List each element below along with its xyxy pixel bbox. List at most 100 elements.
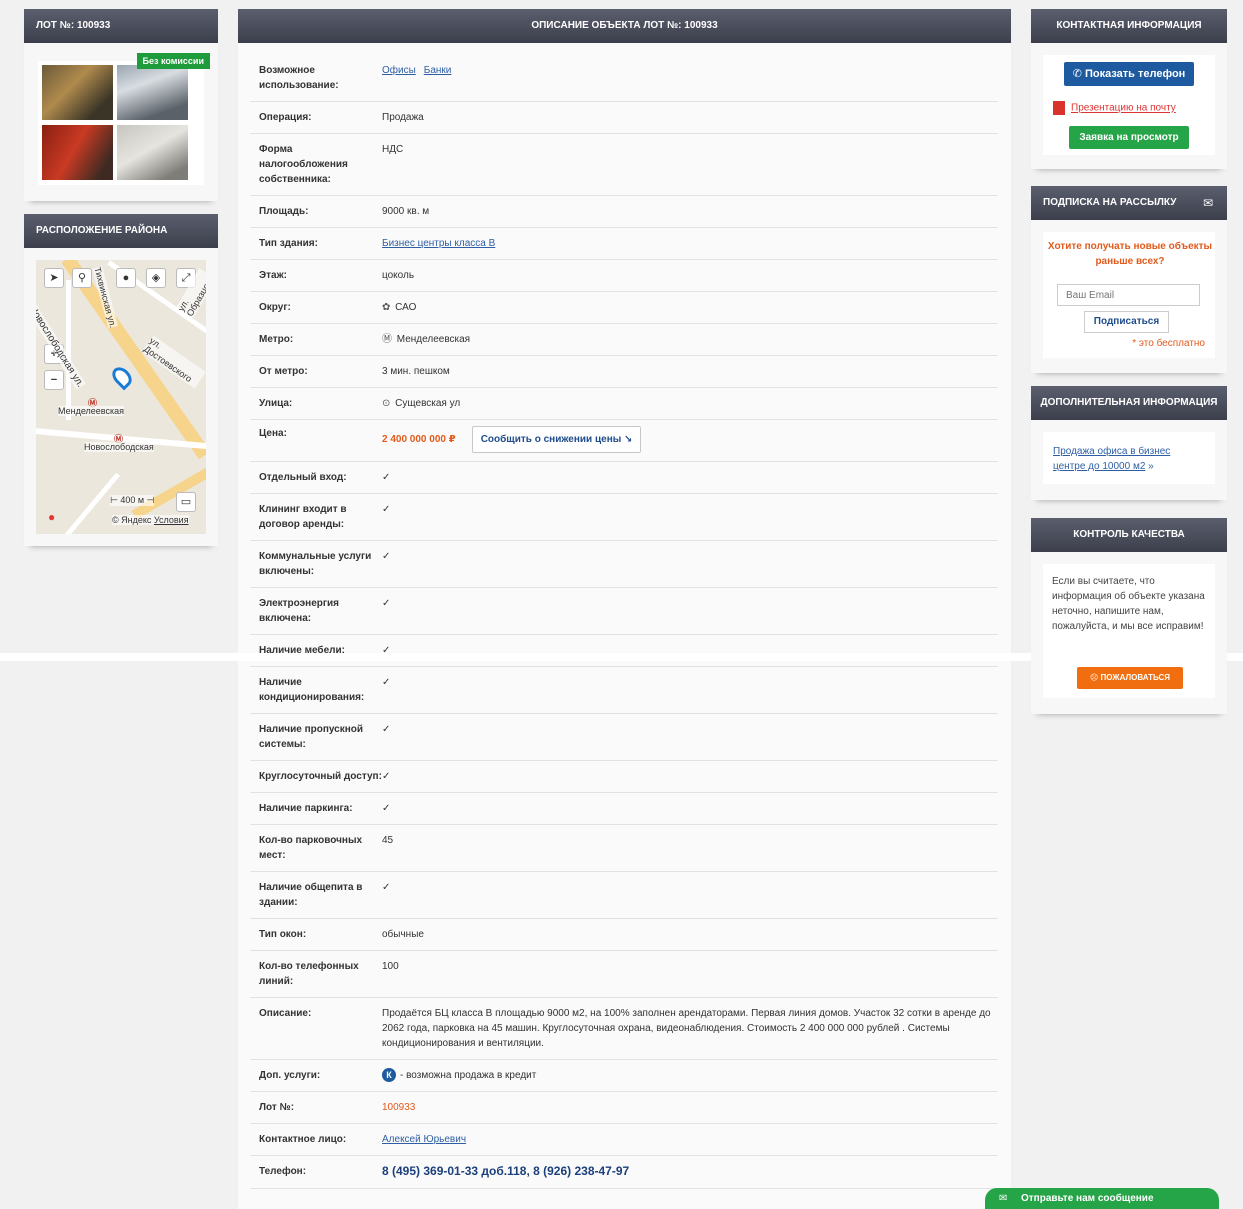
property-details-list: Возможное использование: Офисы Банки Операц… [250,55,998,1189]
extra-info-item: Продажа офиса в бизнес центре до 10000 м… [1053,444,1203,474]
detail-link[interactable]: Алексей Юрьевич [382,1134,466,1145]
detail-label: Электроэнергия включена: [259,598,340,624]
credit-badge-icon: К [382,1068,396,1082]
price-drop-notify-button[interactable]: Сообщить о снижении цены ↘ [471,426,642,453]
locate-icon[interactable]: ➤ [44,268,64,288]
send-message-label: Отправьте нам сообщение [1021,1193,1154,1204]
detail-label: Описание: [259,1008,312,1019]
mail-icon: ✉ [999,1193,1008,1204]
detail-text: ✓ [382,677,391,688]
detail-row: Наличие общепита в здании: ✓ [250,872,998,919]
detail-value: 9000 кв. м [382,204,998,219]
lot-panel-title: ЛОТ №: 100933 [24,9,218,43]
detail-label: Операция: [259,112,312,123]
sad-face-icon: ☹ [1089,673,1101,682]
ruler-icon[interactable]: ▭ [176,492,196,512]
detail-label: Лот №: [259,1102,295,1113]
detail-value: Ⓜ Менделеевская [382,332,998,347]
detail-link[interactable]: Банки [424,65,452,76]
detail-text: ✓ [382,724,391,735]
detail-row: Форма налогообложения собственника: НДС [250,134,998,196]
map-search-icon[interactable]: ⚲ [72,268,92,288]
detail-label: Форма налогообложения собственника: [259,144,348,185]
photo-thumbnail[interactable] [117,125,188,180]
pdf-icon [1053,101,1065,115]
trend-down-icon: ↘ [621,434,633,445]
complain-button[interactable]: ☹ пожаловаться [1077,667,1183,689]
free-note: * это бесплатно [1132,338,1205,349]
detail-text: 9000 кв. м [382,206,430,217]
detail-link[interactable]: Офисы [382,65,416,76]
object-description-panel: ОПИСАНИЕ ОБЪЕКТА ЛОТ №: 100933 Возможное… [238,9,1011,1209]
layers-icon[interactable]: ◈ [146,268,166,288]
detail-link[interactable]: Бизнес центры класса В [382,238,495,249]
detail-text: Продажа [382,112,424,123]
detail-row: Коммунальные услуги включены: ✓ [250,541,998,588]
detail-row: Округ: ✿ САО [250,292,998,324]
photo-thumbnail[interactable] [117,65,188,120]
detail-row: Описание: Продаётся БЦ класса В площадью … [250,998,998,1060]
detail-value: 2 400 000 000 ₽ Сообщить о снижении цены … [382,426,998,453]
detail-text: обычные [382,929,424,940]
detail-value: Продажа [382,110,998,125]
location-pin-icon: ⊙ [382,398,394,409]
detail-label: Наличие кондиционирования: [259,677,365,703]
traffic-icon[interactable]: ● [116,268,136,288]
mail-icon: ✉ [1202,196,1213,210]
detail-row: Возможное использование: Офисы Банки [250,55,998,102]
extra-info-title: ДОПОЛНИТЕЛЬНАЯ ИНФОРМАЦИЯ [1031,386,1227,420]
photo-grid [38,61,204,185]
district-map[interactable]: ➤ ⚲ ● ◈ ⤢ + − ▭ Новослободская ул. ул. Д… [36,260,206,534]
detail-row: Операция: Продажа [250,102,998,134]
subscribe-panel: ПОДПИСКА НА РАССЫЛКУ ✉ Хотите получать но… [1031,186,1227,373]
detail-label: От метро: [259,366,308,377]
presentation-link[interactable]: Презентацию на почту [1053,101,1176,115]
contact-panel-title: КОНТАКТНАЯ ИНФОРМАЦИЯ [1031,9,1227,43]
detail-row: Кол-во парковочных мест: 45 [250,825,998,872]
map-scale: ⊢ 400 м ⊣ [110,495,155,506]
subscribe-button[interactable]: Подписаться [1084,311,1169,333]
detail-value: ✓ [382,470,998,485]
detail-value: Продаётся БЦ класса В площадью 9000 м2, … [382,1006,998,1051]
map-panel-title: РАСПОЛОЖЕНИЕ РАЙОНА [24,214,218,248]
detail-text: 100933 [382,1102,416,1113]
request-view-button[interactable]: Заявка на просмотр [1069,126,1189,149]
show-phone-button[interactable]: ✆ Показать телефон [1064,62,1194,86]
detail-row: Лот №: 100933 [250,1092,998,1124]
detail-label: Отдельный вход: [259,472,347,483]
location-marker-icon[interactable] [108,363,136,391]
detail-text: ✓ [382,472,391,483]
detail-label: Коммунальные услуги включены: [259,551,372,577]
photo-thumbnail[interactable] [42,65,113,120]
detail-text: Сущевская ул [395,398,461,409]
detail-label: Округ: [259,302,291,313]
zoom-out-icon[interactable]: − [44,370,64,390]
phone-icon: ✆ [1072,68,1085,80]
detail-label: Тип окон: [259,929,307,940]
detail-row: От метро: 3 мин. пешком [250,356,998,388]
detail-row: Площадь: 9000 кв. м [250,196,998,228]
detail-text: ✓ [382,551,391,562]
detail-row: Круглосуточный доступ: ✓ [250,761,998,793]
map-terms-link[interactable]: Условия [154,515,189,525]
photo-thumbnail[interactable] [42,125,113,180]
detail-row: Контактное лицо: Алексей Юрьевич [250,1124,998,1156]
detail-text: 8 (495) 369-01-33 доб.118, 8 (926) 238-4… [382,1164,630,1178]
detail-label: Площадь: [259,206,309,217]
detail-label: Возможное использование: [259,65,339,91]
metro-label: Менделеевская [58,406,124,416]
detail-label: Клининг входит в договор аренды: [259,504,347,530]
email-input[interactable] [1057,284,1200,306]
detail-text: ✓ [382,882,391,893]
detail-value: 100933 [382,1100,998,1115]
detail-label: Кол-во парковочных мест: [259,835,363,861]
detail-text: ✓ [382,504,391,515]
detail-value: 45 [382,833,998,863]
detail-value: ✓ [382,549,998,579]
detail-label: Круглосуточный доступ: [259,771,382,782]
yandex-pin-icon: ● [48,510,56,524]
send-message-bar[interactable]: ✉ Отправьте нам сообщение [985,1188,1219,1209]
detail-text: ✓ [382,598,391,609]
detail-label: Тип здания: [259,238,318,249]
arrow-icon: » [1148,461,1154,472]
